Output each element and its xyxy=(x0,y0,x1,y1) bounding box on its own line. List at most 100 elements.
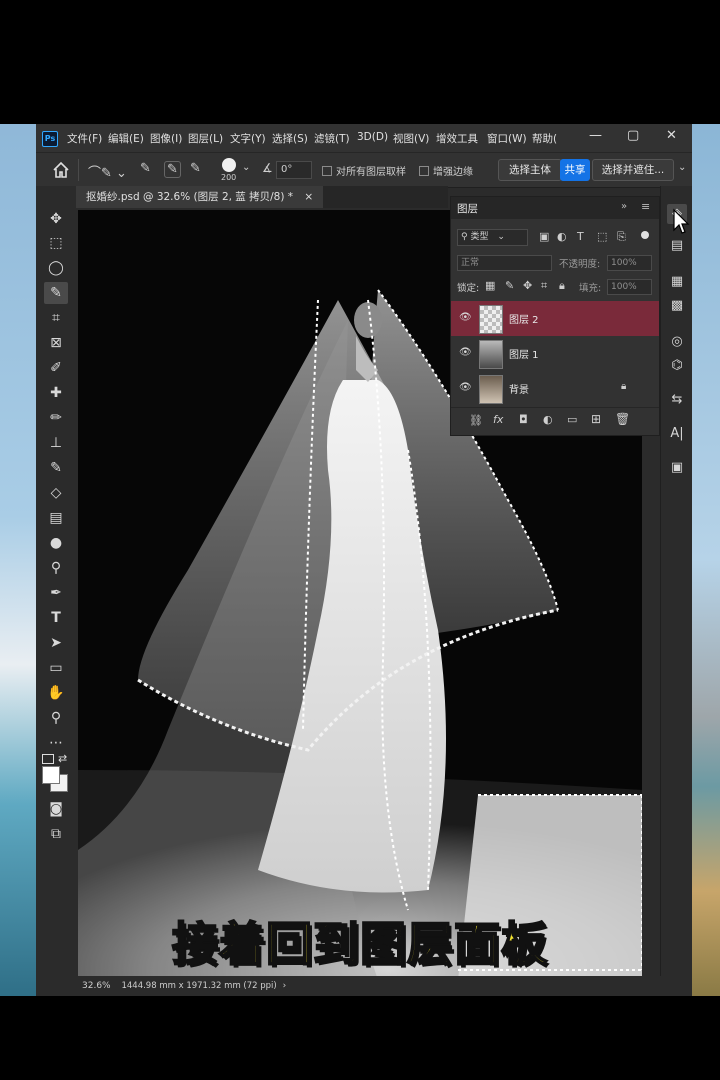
visibility-eye-icon[interactable]: 👁︎ xyxy=(459,383,472,393)
sample-all-layers-checkbox[interactable] xyxy=(322,166,332,176)
menu-type[interactable]: 文字(Y) xyxy=(230,131,266,146)
lock-position-icon[interactable]: ✥ xyxy=(523,279,532,292)
lasso-tool-icon[interactable]: ◯ xyxy=(44,257,68,279)
smart-object-filter-icon[interactable]: ⎘ xyxy=(617,230,626,244)
select-and-mask-button[interactable]: 选择并遮住... xyxy=(592,159,674,181)
rectangle-tool-icon[interactable]: ▭ xyxy=(44,657,68,679)
move-tool-icon[interactable]: ✥ xyxy=(44,208,68,230)
fill-input[interactable]: 100% xyxy=(607,279,652,295)
menu-view[interactable]: 视图(V) xyxy=(393,131,429,146)
expand-panel-icon[interactable]: » xyxy=(621,201,627,212)
chevron-down-icon[interactable]: ⌄ xyxy=(678,162,686,173)
shape-filter-icon[interactable]: ⬚ xyxy=(597,230,607,243)
menu-3d[interactable]: 3D(D) xyxy=(357,131,388,143)
layer-row-layer-1[interactable]: 👁︎ 图层 1 xyxy=(451,336,659,371)
quick-selection-tool-icon[interactable]: ✎ xyxy=(44,282,68,304)
gradients-icon[interactable]: ▦ xyxy=(667,272,687,292)
chevron-down-icon[interactable]: ⌄ xyxy=(242,162,250,173)
pixel-filter-icon[interactable]: ▣ xyxy=(539,230,549,243)
subtract-from-selection-icon[interactable]: ✎ xyxy=(190,161,201,176)
history-brush-tool-icon[interactable]: ✎ xyxy=(44,457,68,479)
tools-panel: ✥ ⬚ ◯ ✎ ⌗ ⊠ ✐ ✚ ✏ ⊥ ✎ ◇ ▤ ● ⚲ ✒ T ➤ ▭ ✋ … xyxy=(36,186,76,976)
foreground-color-swatch[interactable] xyxy=(42,766,60,784)
type-filter-icon[interactable]: T xyxy=(577,230,584,243)
trash-icon[interactable]: 🗑︎ xyxy=(615,412,630,426)
filter-toggle-icon[interactable] xyxy=(641,231,649,239)
crop-tool-icon[interactable]: ⌗ xyxy=(44,307,68,329)
blend-mode-select[interactable]: 正常 xyxy=(457,255,552,271)
brush-size-icon[interactable] xyxy=(222,158,236,172)
swap-colors-icon[interactable]: ⇄ xyxy=(58,752,67,765)
hand-tool-icon[interactable]: ✋ xyxy=(44,682,68,704)
quick-mask-icon[interactable]: ◙ xyxy=(44,798,68,820)
properties-icon[interactable]: ▣ xyxy=(667,458,687,478)
eraser-tool-icon[interactable]: ◇ xyxy=(44,482,68,504)
swatches-icon[interactable]: ▩ xyxy=(667,296,687,316)
healing-brush-tool-icon[interactable]: ✚ xyxy=(44,382,68,404)
menu-edit[interactable]: 编辑(E) xyxy=(108,131,144,146)
folder-icon[interactable]: ▭ xyxy=(567,413,577,426)
paths-icon[interactable]: ⌬ xyxy=(667,356,687,376)
gradient-tool-icon[interactable]: ▤ xyxy=(44,507,68,529)
frame-tool-icon[interactable]: ⊠ xyxy=(44,332,68,354)
quick-selection-preset-icon[interactable]: ⌒✎ ⌄ xyxy=(88,162,127,181)
link-icon[interactable]: ⛓︎ xyxy=(469,414,483,427)
character-icon[interactable]: A| xyxy=(667,424,687,444)
layer-filter-select[interactable]: ⚲ 类型 ⌄ xyxy=(457,229,528,246)
layer-row-layer-2[interactable]: 👁︎ 图层 2 xyxy=(451,301,659,336)
dodge-tool-icon[interactable]: ⚲ xyxy=(44,557,68,579)
lock-artboard-icon[interactable]: ⌗ xyxy=(541,279,547,293)
more-tools-icon[interactable]: ⋯ xyxy=(44,732,68,754)
menu-window[interactable]: 窗口(W) xyxy=(487,131,527,146)
status-menu-icon[interactable]: › xyxy=(283,981,287,991)
pen-tool-icon[interactable]: ✒ xyxy=(44,582,68,604)
lock-all-icon[interactable]: 🔒︎ xyxy=(559,279,565,293)
new-layer-icon[interactable]: ⊞ xyxy=(591,412,601,426)
select-subject-button[interactable]: 选择主体 xyxy=(498,159,562,181)
menu-file[interactable]: 文件(F) xyxy=(67,131,102,146)
default-colors-icon[interactable] xyxy=(42,754,54,764)
zoom-tool-icon[interactable]: ⚲ xyxy=(44,707,68,729)
layer-row-background[interactable]: 👁︎ 背景 🔒︎ xyxy=(451,371,659,406)
lock-pixels-icon[interactable]: ✎ xyxy=(505,279,514,292)
menu-image[interactable]: 图像(I) xyxy=(150,131,182,146)
libraries-icon[interactable]: ▤ xyxy=(667,236,687,256)
opacity-input[interactable]: 100% xyxy=(607,255,652,271)
share-button[interactable]: 共享 xyxy=(560,159,590,181)
screen-mode-icon[interactable]: ⧉ xyxy=(44,823,68,845)
enhance-edge-checkbox[interactable] xyxy=(419,166,429,176)
menu-layer[interactable]: 图层(L) xyxy=(188,131,223,146)
clone-stamp-tool-icon[interactable]: ⊥ xyxy=(44,432,68,454)
close-tab-icon[interactable]: × xyxy=(304,191,313,203)
brush-tool-icon[interactable]: ✏ xyxy=(44,407,68,429)
adjustment-filter-icon[interactable]: ◐ xyxy=(557,230,567,243)
home-icon[interactable] xyxy=(52,161,70,179)
menu-filter[interactable]: 滤镜(T) xyxy=(314,131,350,146)
color-icon[interactable]: ◎ xyxy=(667,332,687,352)
fx-icon[interactable]: fx xyxy=(493,413,503,426)
history-icon[interactable]: ⇆ xyxy=(667,390,687,410)
add-to-selection-icon[interactable]: ✎ xyxy=(164,161,181,178)
marquee-tool-icon[interactable]: ⬚ xyxy=(44,232,68,254)
eyedropper-tool-icon[interactable]: ✐ xyxy=(44,357,68,379)
new-selection-icon[interactable]: ✎ xyxy=(140,161,151,176)
document-tab[interactable]: 抠婚纱.psd @ 32.6% (图层 2, 蓝 拷贝/8) * × xyxy=(76,186,324,208)
angle-input[interactable]: 0° xyxy=(276,161,312,179)
path-selection-tool-icon[interactable]: ➤ xyxy=(44,632,68,654)
close-icon[interactable]: ✕ xyxy=(666,128,677,143)
zoom-level[interactable]: 32.6% xyxy=(82,981,111,991)
menu-help[interactable]: 帮助( xyxy=(532,131,557,146)
visibility-eye-icon[interactable]: 👁︎ xyxy=(459,313,472,323)
blur-tool-icon[interactable]: ● xyxy=(44,532,68,554)
type-tool-icon[interactable]: T xyxy=(44,607,68,629)
maximize-icon[interactable]: ▢ xyxy=(627,128,639,143)
panel-menu-icon[interactable]: ≡ xyxy=(641,200,650,213)
menu-select[interactable]: 选择(S) xyxy=(272,131,308,146)
lock-transparent-icon[interactable]: ▦ xyxy=(485,279,495,292)
layers-panel-title[interactable]: 图层 xyxy=(457,201,478,216)
menu-plugins[interactable]: 增效工具 xyxy=(436,131,478,146)
minimize-icon[interactable]: — xyxy=(589,128,602,143)
visibility-eye-icon[interactable]: 👁︎ xyxy=(459,348,472,358)
adjustment-icon[interactable]: ◐ xyxy=(543,413,553,426)
mask-icon[interactable]: ◘ xyxy=(519,413,528,426)
